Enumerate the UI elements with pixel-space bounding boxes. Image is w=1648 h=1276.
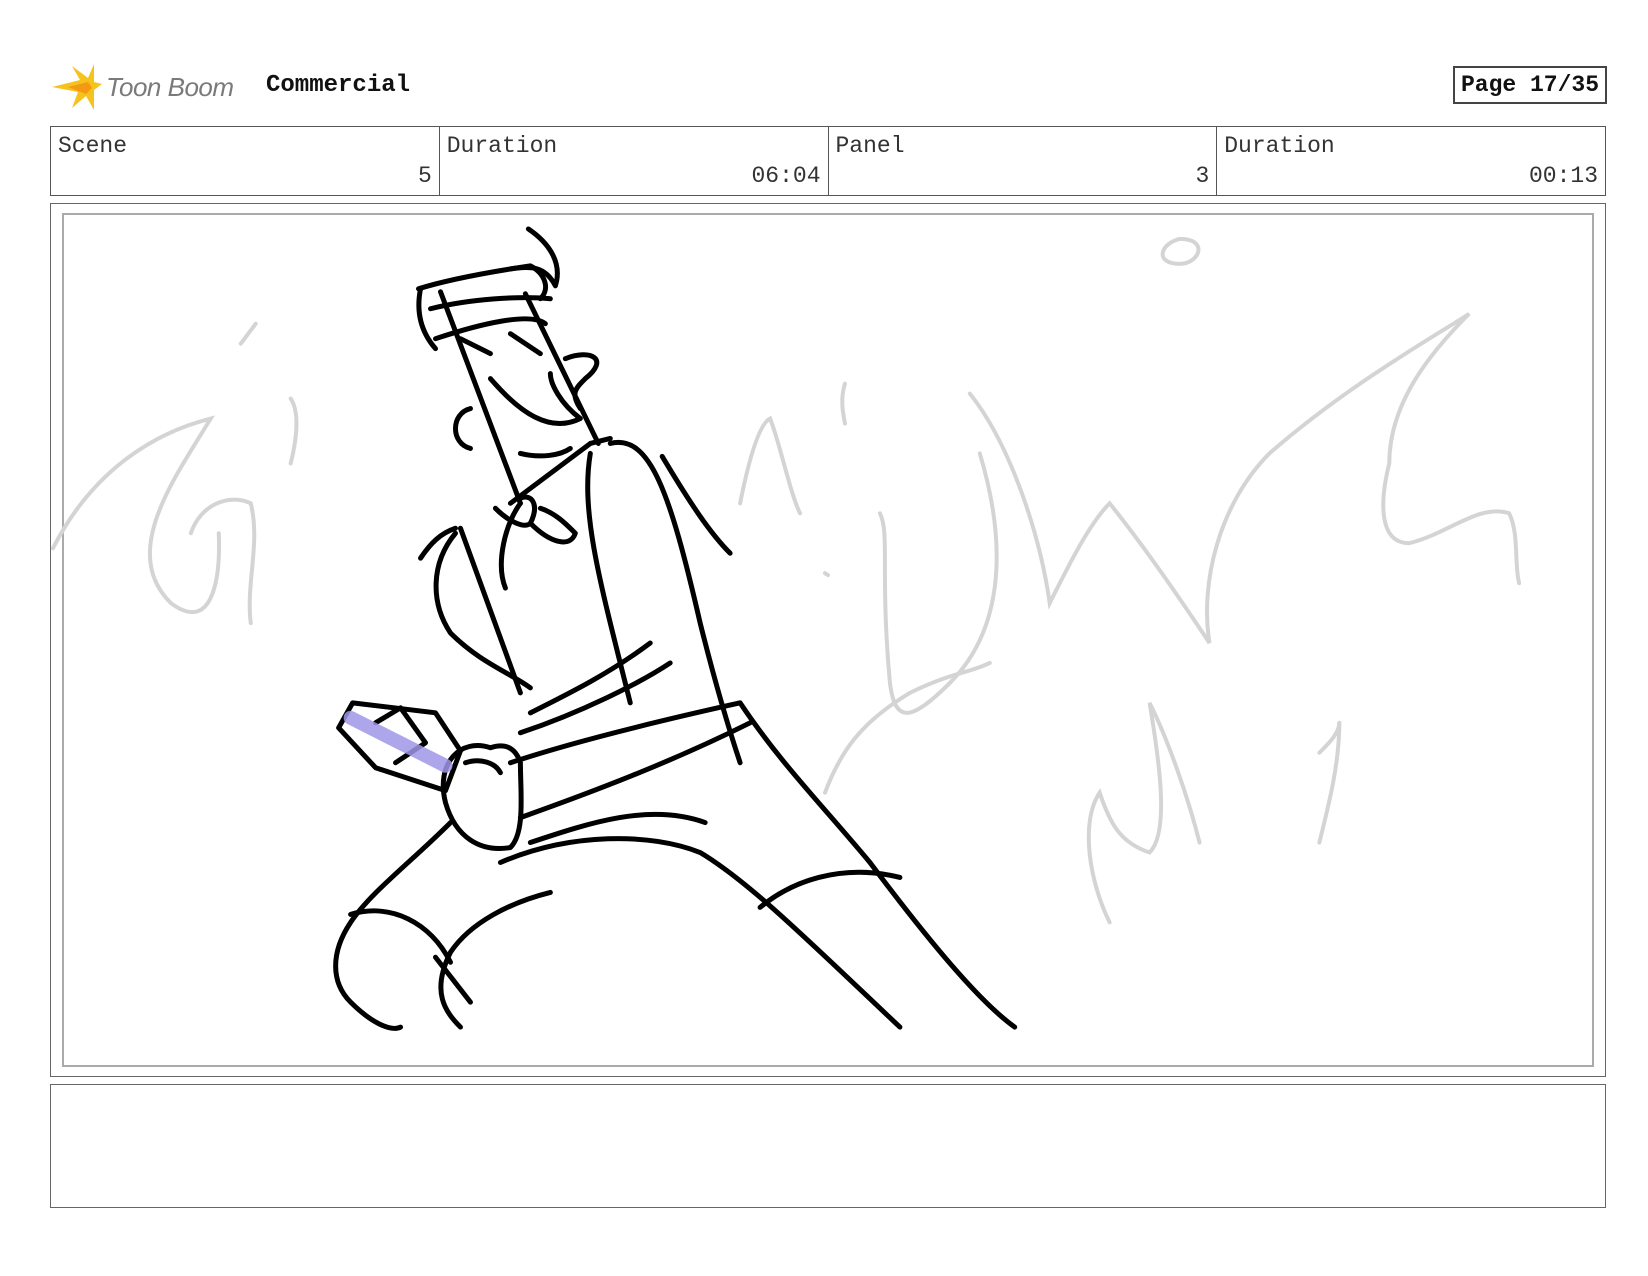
info-bar: Scene 5 Duration 06:04 Panel 3 Duration … <box>50 126 1606 196</box>
panel-cell: Panel 3 <box>829 127 1218 195</box>
panel-frame <box>50 203 1606 1077</box>
scene-duration-value: 06:04 <box>751 163 821 189</box>
page-header: Toon Boom Commercial Page 17/35 <box>50 58 1610 114</box>
background-sketch <box>51 236 1522 925</box>
scene-label: Scene <box>58 133 128 159</box>
project-title: Commercial <box>266 72 411 99</box>
scene-cell: Scene 5 <box>51 127 440 195</box>
scene-duration-cell: Duration 06:04 <box>440 127 829 195</box>
panel-duration-value: 00:13 <box>1528 163 1598 189</box>
logo-text: Toon Boom <box>106 71 234 102</box>
notes-area <box>50 1084 1606 1208</box>
page-indicator: Page 17/35 <box>1452 66 1607 104</box>
toon-boom-logo-icon <box>52 64 102 110</box>
panel-value: 3 <box>1195 163 1210 189</box>
panel-label: Panel <box>835 133 905 159</box>
toon-boom-logo: Toon Boom <box>50 60 234 114</box>
scene-duration-label: Duration <box>446 133 558 159</box>
character-sketch <box>333 226 1018 1031</box>
panel-duration-label: Duration <box>1224 133 1335 159</box>
scene-value: 5 <box>417 163 432 189</box>
storyboard-sketch <box>51 226 1522 1031</box>
panel-duration-cell: Duration 00:13 <box>1217 127 1605 195</box>
